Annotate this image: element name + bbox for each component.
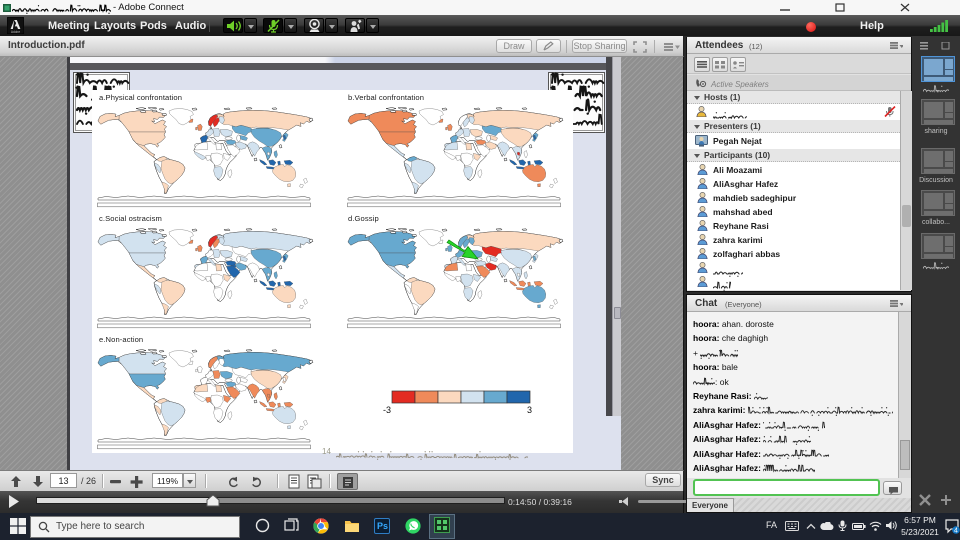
svg-text:3: 3 [527,405,532,415]
svg-text:Adobe: Adobe [11,30,20,34]
svg-text:4: 4 [954,528,958,534]
svg-text:-3: -3 [383,405,391,415]
